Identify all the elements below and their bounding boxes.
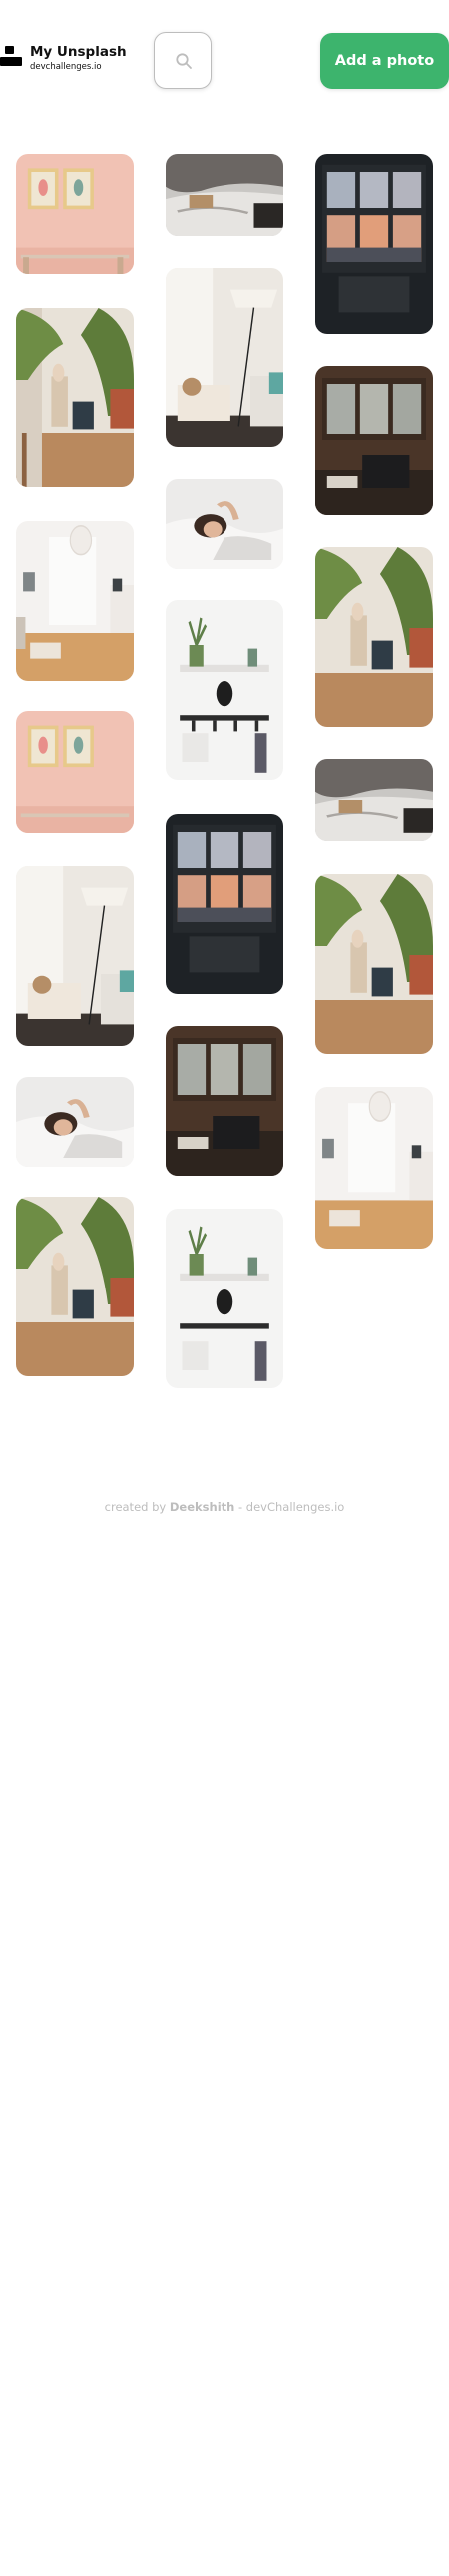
photo-card[interactable] — [315, 366, 433, 515]
photo-card[interactable] — [166, 1026, 283, 1176]
photo-card[interactable] — [166, 1209, 283, 1388]
photo-card[interactable] — [315, 547, 433, 727]
footer-prefix: created by — [104, 1500, 167, 1514]
photo-card[interactable] — [315, 1087, 433, 1249]
footer-credit: created by Deekshith - devChallenges.io — [0, 1500, 449, 1514]
photo-card[interactable] — [315, 759, 433, 841]
footer-author[interactable]: Deekshith — [170, 1500, 234, 1514]
photo-card[interactable] — [166, 814, 283, 994]
photo-card[interactable] — [16, 1077, 134, 1167]
photo-card[interactable] — [315, 874, 433, 1054]
photo-card[interactable] — [16, 1197, 134, 1376]
photo-card[interactable] — [166, 154, 283, 236]
footer-suffix: - devChallenges.io — [237, 1500, 345, 1514]
photo-card[interactable] — [16, 308, 134, 487]
photo-card[interactable] — [166, 268, 283, 447]
photo-card[interactable] — [16, 866, 134, 1046]
photo-card[interactable] — [16, 521, 134, 681]
photo-card[interactable] — [16, 154, 134, 274]
photo-card[interactable] — [166, 479, 283, 569]
photo-grid — [0, 0, 449, 1448]
photo-card[interactable] — [315, 154, 433, 334]
photo-card[interactable] — [16, 711, 134, 833]
photo-card[interactable] — [166, 600, 283, 780]
